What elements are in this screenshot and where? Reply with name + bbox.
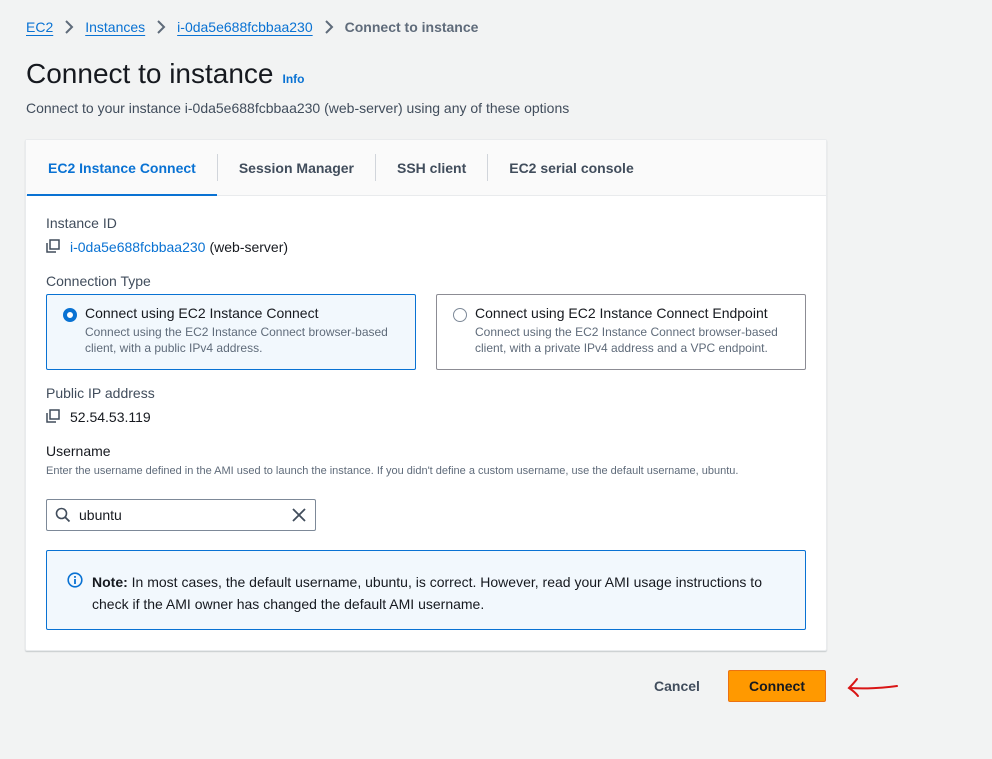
page-description: Connect to your instance i-0da5e688fcbba… xyxy=(26,100,570,116)
close-icon[interactable] xyxy=(291,507,307,523)
info-circle-icon xyxy=(67,572,83,588)
instance-name: (web-server) xyxy=(209,239,289,255)
search-icon xyxy=(55,507,71,523)
connection-option-title: Connect using EC2 Instance Connect Endpo… xyxy=(475,305,768,321)
connection-option-desc: Connect using the EC2 Instance Connect b… xyxy=(85,325,388,355)
connection-type-label: Connection Type xyxy=(46,273,151,289)
info-link[interactable]: Info xyxy=(283,72,305,86)
chevron-right-icon xyxy=(53,17,85,37)
cancel-button[interactable]: Cancel xyxy=(641,670,713,702)
connection-option-public[interactable]: Connect using EC2 Instance Connect Conne… xyxy=(46,294,416,370)
breadcrumb-instance-id-link[interactable]: i-0da5e688fcbbaa230 xyxy=(177,19,312,35)
tab-ec2-serial-console[interactable]: EC2 serial console xyxy=(488,140,655,195)
tab-session-manager[interactable]: Session Manager xyxy=(218,140,375,195)
public-ip-value: 52.54.53.119 xyxy=(70,409,151,425)
page-title: Connect to instance xyxy=(26,58,274,89)
tab-ssh-client[interactable]: SSH client xyxy=(376,140,487,195)
breadcrumb-instances-link[interactable]: Instances xyxy=(85,19,145,35)
red-arrow-annotation-icon xyxy=(847,678,898,697)
public-ip-row: 52.54.53.119 xyxy=(46,409,151,425)
username-label: Username xyxy=(46,443,111,459)
copy-icon[interactable] xyxy=(46,239,62,255)
instance-id-link[interactable]: i-0da5e688fcbbaa230 xyxy=(70,239,205,255)
username-help-text: Enter the username defined in the AMI us… xyxy=(46,465,739,477)
tab-bar: EC2 Instance Connect Session Manager SSH… xyxy=(26,140,826,196)
chevron-right-icon xyxy=(145,17,177,37)
instance-id-label: Instance ID xyxy=(46,215,117,231)
username-input[interactable] xyxy=(79,507,291,523)
connection-option-endpoint[interactable]: Connect using EC2 Instance Connect Endpo… xyxy=(436,294,806,370)
username-field xyxy=(46,499,316,531)
info-alert: Note: In most cases, the default usernam… xyxy=(46,550,806,630)
radio-selected[interactable] xyxy=(63,308,77,322)
page-title-row: Connect to instance Info xyxy=(26,58,305,90)
breadcrumb: EC2 Instances i-0da5e688fcbbaa230 Connec… xyxy=(26,17,478,37)
connection-option-title: Connect using EC2 Instance Connect xyxy=(85,305,319,321)
radio-unselected[interactable] xyxy=(453,308,467,322)
chevron-right-icon xyxy=(313,17,345,37)
breadcrumb-ec2-link[interactable]: EC2 xyxy=(26,19,53,35)
alert-prefix: Note: xyxy=(92,574,128,590)
tab-ec2-instance-connect[interactable]: EC2 Instance Connect xyxy=(27,140,217,196)
instance-id-row: i-0da5e688fcbbaa230 (web-server) xyxy=(46,239,288,255)
breadcrumb-current: Connect to instance xyxy=(344,19,479,35)
connect-panel: EC2 Instance Connect Session Manager SSH… xyxy=(25,139,827,651)
copy-icon[interactable] xyxy=(46,409,62,425)
connect-button[interactable]: Connect xyxy=(728,670,826,702)
public-ip-label: Public IP address xyxy=(46,385,155,401)
connection-option-desc: Connect using the EC2 Instance Connect b… xyxy=(475,325,778,355)
alert-text: In most cases, the default username, ubu… xyxy=(92,574,762,612)
